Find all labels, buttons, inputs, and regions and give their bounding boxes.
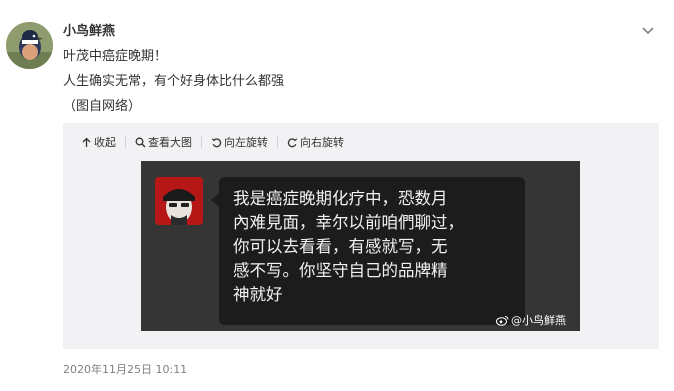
rotate-left-icon	[211, 137, 222, 147]
chat-message-line: 你可以去看看，有感就写，无	[233, 237, 448, 256]
rotate-right-button[interactable]: 向右旋转	[287, 134, 344, 150]
weibo-post: 小鸟鲜燕 叶茂中癌症晚期！ 人生确实无常，有个好身体比什么都强 （图自网络） 收…	[0, 0, 674, 391]
expanded-media: 收起 查看大图 向左旋转 向右旋转 我是癌症晚期化疗中，恐数月 內难見面，幸尔以…	[63, 123, 659, 349]
toolbar-divider	[125, 136, 126, 148]
chat-message-line: 神就好	[233, 285, 283, 304]
weibo-logo-icon	[496, 315, 509, 326]
username[interactable]: 小鸟鲜燕	[63, 20, 115, 39]
toolbar-divider	[277, 136, 278, 148]
post-text-line: 叶茂中癌症晚期！	[63, 49, 168, 64]
post-text-line: 人生确实无常，有个好身体比什么都强	[63, 74, 285, 89]
collapse-label: 收起	[94, 136, 116, 149]
chevron-down-icon[interactable]	[640, 22, 656, 38]
post-image[interactable]: 我是癌症晚期化疗中，恐数月 內难見面，幸尔以前咱們聊过， 你可以去看看，有感就写…	[141, 161, 580, 331]
collapse-button[interactable]: 收起	[81, 134, 116, 150]
chat-bubble: 我是癌症晚期化疗中，恐数月 內难見面，幸尔以前咱們聊过， 你可以去看看，有感就写…	[211, 177, 525, 325]
avatar[interactable]	[6, 22, 53, 69]
chat-message: 我是癌症晚期化疗中，恐数月 內难見面，幸尔以前咱們聊过， 你可以去看看，有感就写…	[233, 187, 517, 307]
chat-message-line: 內难見面，幸尔以前咱們聊过，	[233, 213, 464, 232]
chat-avatar-image	[155, 177, 203, 225]
bird-avatar-image	[6, 22, 53, 69]
post-text-line: （图自网络）	[63, 99, 142, 114]
rotate-right-label: 向右旋转	[300, 136, 344, 149]
chat-message-line: 感不写。你坚守自己的品牌精	[233, 261, 448, 280]
watermark-text: @小鸟鲜燕	[511, 314, 566, 327]
arrow-up-icon	[82, 137, 91, 147]
view-large-label: 查看大图	[148, 136, 192, 149]
chat-message-line: 我是癌症晚期化疗中，恐数月	[233, 189, 448, 208]
toolbar-divider	[201, 136, 202, 148]
rotate-left-label: 向左旋转	[224, 136, 268, 149]
media-toolbar: 收起 查看大图 向左旋转 向右旋转	[81, 134, 344, 150]
rotate-left-button[interactable]: 向左旋转	[211, 134, 268, 150]
image-watermark: @小鸟鲜燕	[496, 312, 566, 328]
post-timestamp[interactable]: 2020年11月25日 10:11	[63, 361, 187, 377]
magnifier-icon	[135, 137, 146, 147]
view-large-button[interactable]: 查看大图	[135, 134, 192, 150]
rotate-right-icon	[287, 137, 298, 147]
